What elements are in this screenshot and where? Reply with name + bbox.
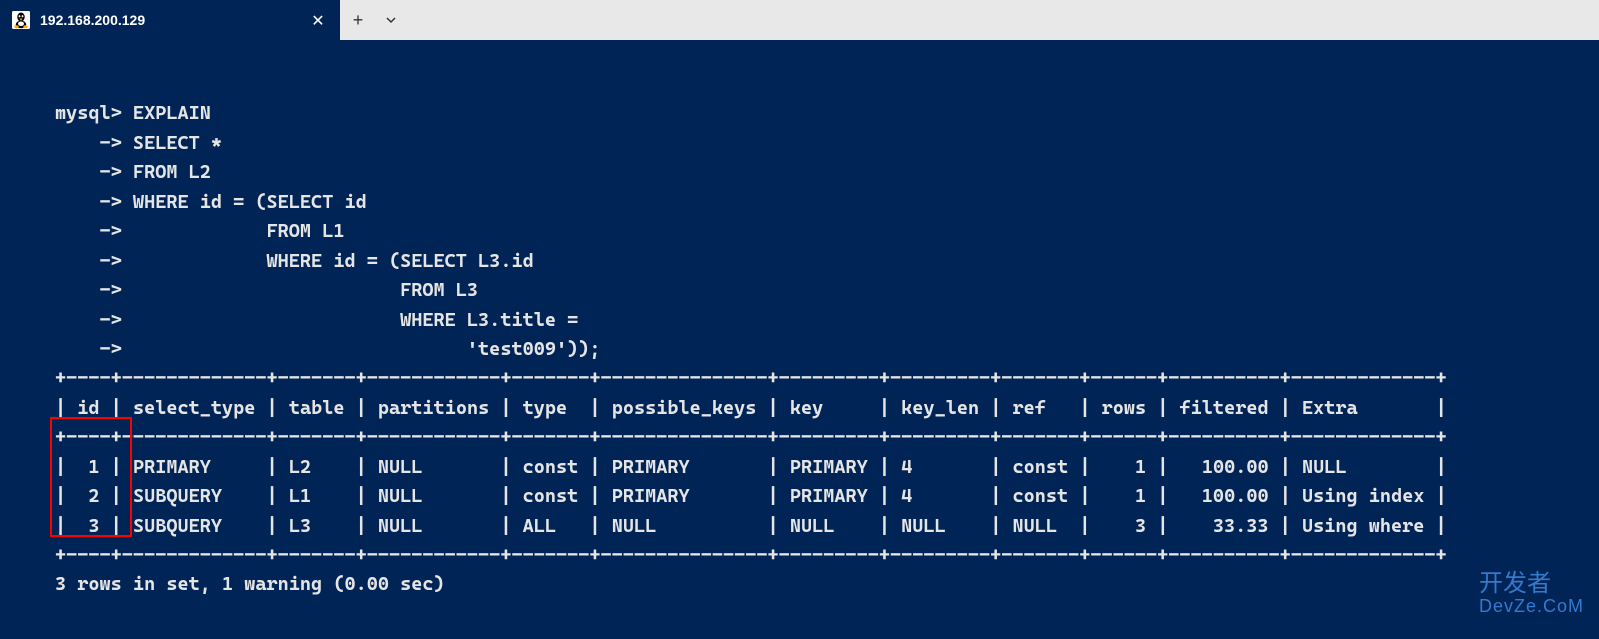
table-border: +----+-------------+-------+------------… xyxy=(55,426,1447,448)
result-summary: 3 rows in set, 1 warning (0.00 sec) xyxy=(55,573,445,595)
table-header-row: | id | select_type | table | partitions … xyxy=(55,397,1447,419)
watermark: 开发者 DevZe.CoM xyxy=(1479,571,1584,617)
terminal-output[interactable]: mysql> EXPLAIN -> SELECT * -> FROM L2 ->… xyxy=(0,40,1599,639)
query-line: -> SELECT * xyxy=(55,132,222,154)
query-line: -> WHERE id = (SELECT id xyxy=(55,191,367,213)
watermark-text-2: DevZe.CoM xyxy=(1479,597,1584,617)
table-row: | 3 | SUBQUERY | L3 | NULL | ALL | NULL … xyxy=(55,515,1447,537)
query-line: -> 'test009')); xyxy=(55,338,601,360)
watermark-text-1: 开发者 xyxy=(1479,571,1584,597)
table-row: | 1 | PRIMARY | L2 | NULL | const | PRIM… xyxy=(55,456,1447,478)
new-tab-button[interactable]: + xyxy=(340,0,376,40)
query-line: -> FROM L3 xyxy=(55,279,478,301)
query-line: -> WHERE id = (SELECT L3.id xyxy=(55,250,534,272)
query-line: mysql> EXPLAIN xyxy=(55,102,211,124)
terminal-tab[interactable]: 192.168.200.129 ✕ xyxy=(0,0,340,40)
linux-tux-icon xyxy=(12,11,30,29)
tab-title: 192.168.200.129 xyxy=(40,12,298,28)
tab-bar: 192.168.200.129 ✕ + xyxy=(0,0,1599,40)
close-icon[interactable]: ✕ xyxy=(308,10,328,30)
query-line: -> WHERE L3.title = xyxy=(55,309,578,331)
table-border: +----+-------------+-------+------------… xyxy=(55,544,1447,566)
query-line: -> FROM L2 xyxy=(55,161,211,183)
query-line: -> FROM L1 xyxy=(55,220,344,242)
tab-dropdown-icon[interactable] xyxy=(376,0,406,40)
table-border: +----+-------------+-------+------------… xyxy=(55,367,1447,389)
table-row: | 2 | SUBQUERY | L1 | NULL | const | PRI… xyxy=(55,485,1447,507)
